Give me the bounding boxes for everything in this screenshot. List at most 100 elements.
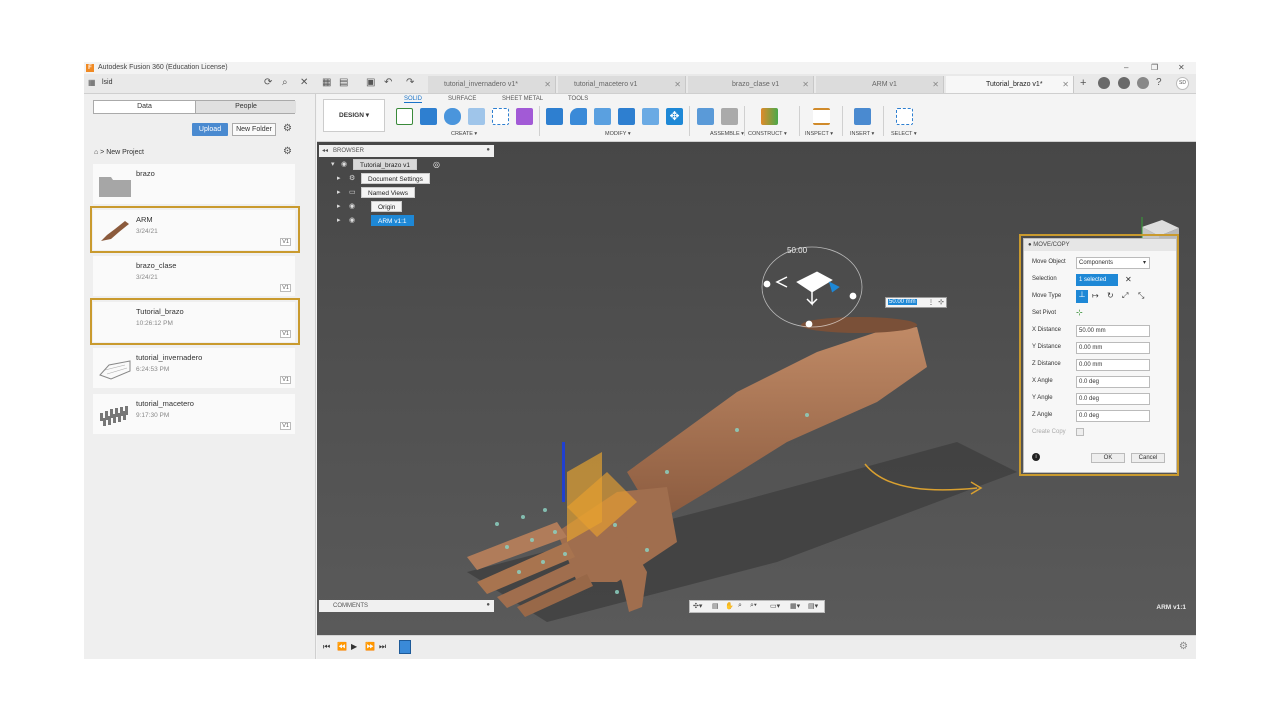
go-to-start-icon[interactable]: ⏮ bbox=[323, 642, 330, 652]
tab-solid[interactable]: SOLID bbox=[404, 96, 423, 103]
tab-tutorial-brazo[interactable]: Tutorial_brazo v1* ✕ bbox=[946, 76, 1074, 93]
activate-icon[interactable]: ◎ bbox=[433, 159, 440, 170]
hole-icon[interactable] bbox=[468, 108, 485, 125]
modify-menu[interactable]: MODIFY ▾ bbox=[605, 131, 631, 137]
pan-icon[interactable]: ✋ bbox=[725, 602, 734, 610]
browser-node-selected[interactable]: ▸ ◉ ARM v1:1 bbox=[337, 215, 457, 226]
expand-icon[interactable]: ▸ bbox=[337, 215, 341, 226]
z-distance-input[interactable]: 0.00 mm bbox=[1076, 359, 1150, 371]
close-tab-icon[interactable]: ✕ bbox=[932, 80, 939, 89]
project-settings-icon[interactable]: ⚙ bbox=[283, 146, 292, 157]
info-icon[interactable]: i bbox=[1032, 453, 1040, 461]
display-settings-icon[interactable]: ▭▾ bbox=[770, 602, 780, 610]
joint-icon[interactable] bbox=[721, 108, 738, 125]
tab-data[interactable]: Data bbox=[94, 101, 195, 113]
move-copy-icon[interactable]: ✥ bbox=[666, 108, 683, 125]
viewports-icon[interactable]: ▤▾ bbox=[808, 602, 818, 610]
chamfer-icon[interactable] bbox=[594, 108, 611, 125]
point-to-position-icon[interactable]: ⤡ bbox=[1138, 291, 1144, 301]
browser-root-label[interactable]: Tutorial_brazo v1 bbox=[353, 159, 417, 170]
tab-tutorial-invernadero[interactable]: tutorial_invernadero v1* ✕ bbox=[428, 76, 556, 93]
tab-people[interactable]: People bbox=[195, 101, 296, 113]
version-badge[interactable]: V1 bbox=[280, 422, 291, 430]
ok-button[interactable]: OK bbox=[1091, 453, 1125, 463]
insert-menu[interactable]: INSERT ▾ bbox=[850, 131, 874, 137]
y-angle-input[interactable]: 0.0 deg bbox=[1076, 393, 1150, 405]
close-panel-icon[interactable]: ✕ bbox=[300, 78, 308, 88]
expand-icon[interactable]: ▸ bbox=[337, 201, 341, 212]
select-menu[interactable]: SELECT ▾ bbox=[891, 131, 917, 137]
shell-icon[interactable] bbox=[618, 108, 635, 125]
fillet-icon[interactable] bbox=[570, 108, 587, 125]
translate-icon[interactable]: ↦ bbox=[1092, 291, 1099, 300]
selection-button[interactable]: 1 selected bbox=[1076, 274, 1118, 286]
orbit-icon[interactable]: ✣▾ bbox=[693, 602, 702, 610]
tab-arm[interactable]: ARM v1 ✕ bbox=[816, 76, 944, 93]
inspect-menu[interactable]: INSPECT ▾ bbox=[805, 131, 833, 137]
combine-icon[interactable] bbox=[642, 108, 659, 125]
form-icon[interactable] bbox=[516, 108, 533, 125]
expand-icon[interactable]: ▸ bbox=[337, 187, 341, 198]
play-icon[interactable]: ▶ bbox=[351, 642, 357, 651]
distance-value[interactable]: 50.00 mm bbox=[888, 299, 917, 305]
file-icon[interactable]: ▤ bbox=[339, 78, 348, 88]
construct-menu[interactable]: CONSTRUCT ▾ bbox=[748, 131, 787, 137]
x-distance-input[interactable]: 50.00 mm bbox=[1076, 325, 1150, 337]
create-sketch-icon[interactable] bbox=[396, 108, 413, 125]
create-menu[interactable]: CREATE ▾ bbox=[451, 131, 477, 137]
breadcrumb-project[interactable]: New Project bbox=[106, 149, 144, 156]
notifications-icon[interactable] bbox=[1137, 77, 1149, 89]
close-tab-icon[interactable]: ✕ bbox=[1062, 80, 1069, 89]
user-name[interactable]: lsid bbox=[102, 79, 113, 86]
browser-node[interactable]: ▸ ⚙ Document Settings bbox=[337, 173, 457, 184]
rotate-icon[interactable]: ↻ bbox=[1107, 291, 1114, 300]
list-item[interactable]: brazo_clase 3/24/21 V1 bbox=[93, 256, 295, 296]
offset-plane-icon[interactable] bbox=[761, 108, 778, 125]
close-tab-icon[interactable]: ✕ bbox=[544, 80, 551, 89]
browser-node[interactable]: ▸ ▭ Named Views bbox=[337, 187, 457, 198]
upload-button[interactable]: Upload bbox=[192, 123, 228, 136]
visibility-icon[interactable]: ◉ bbox=[341, 159, 347, 170]
select-icon[interactable] bbox=[896, 108, 913, 125]
y-distance-input[interactable]: 0.00 mm bbox=[1076, 342, 1150, 354]
move-object-select[interactable]: Components ▾ bbox=[1076, 257, 1150, 269]
assemble-menu[interactable]: ASSEMBLE ▾ bbox=[710, 131, 744, 137]
measure-icon[interactable] bbox=[813, 108, 830, 125]
restore-icon[interactable]: ❐ bbox=[1151, 63, 1158, 72]
tab-brazo-clase[interactable]: brazo_clase v1 ✕ bbox=[688, 76, 814, 93]
browser-panel-header[interactable]: ◂◂ BROWSER ● bbox=[319, 145, 494, 157]
help-icon[interactable]: ? bbox=[1156, 78, 1162, 88]
look-at-icon[interactable]: ▤ bbox=[712, 602, 719, 610]
distance-input[interactable]: 50.00 mm ⋮ ⊹ bbox=[885, 297, 947, 308]
browser-node-label[interactable]: Origin bbox=[371, 201, 403, 212]
comments-options-icon[interactable]: ● bbox=[486, 602, 490, 608]
expand-icon[interactable]: ▾ bbox=[331, 159, 335, 170]
data-panel-icon[interactable]: ▦ bbox=[322, 78, 331, 88]
go-to-end-icon[interactable]: ⏭ bbox=[379, 642, 386, 652]
job-status-icon[interactable] bbox=[1118, 77, 1130, 89]
collapse-dialog-icon[interactable]: ● bbox=[1028, 242, 1032, 248]
home-icon[interactable]: ⌂ bbox=[94, 149, 98, 156]
new-component-icon[interactable] bbox=[697, 108, 714, 125]
cancel-button[interactable]: Cancel bbox=[1131, 453, 1165, 463]
version-badge[interactable]: V1 bbox=[280, 284, 291, 292]
save-icon[interactable]: ▣ bbox=[366, 78, 375, 88]
list-item[interactable]: brazo bbox=[93, 164, 295, 204]
zoom-icon[interactable]: ⌕ bbox=[738, 602, 742, 610]
search-icon[interactable]: ⌕ bbox=[282, 78, 288, 88]
close-window-icon[interactable]: ✕ bbox=[1178, 63, 1185, 72]
press-pull-icon[interactable] bbox=[546, 108, 563, 125]
collapse-icon[interactable]: ◂◂ bbox=[322, 147, 328, 154]
point-to-point-icon[interactable]: ⤢ bbox=[1122, 291, 1128, 301]
step-back-icon[interactable]: ⏪ bbox=[337, 642, 347, 651]
minimize-icon[interactable]: – bbox=[1124, 63, 1128, 72]
timeline-settings-icon[interactable]: ⚙ bbox=[1179, 641, 1188, 652]
gear-icon[interactable]: ⚙ bbox=[283, 123, 292, 135]
more-icon[interactable]: ⋮ bbox=[928, 299, 934, 306]
expand-icon[interactable]: ▸ bbox=[337, 173, 341, 184]
set-pivot-icon[interactable]: ⊹ bbox=[1076, 308, 1083, 317]
workspace-switcher[interactable]: DESIGN ▾ bbox=[323, 99, 385, 132]
fit-icon[interactable]: ⌕▾ bbox=[750, 602, 757, 610]
visibility-icon[interactable]: ◉ bbox=[349, 215, 355, 226]
z-angle-input[interactable]: 0.0 deg bbox=[1076, 410, 1150, 422]
